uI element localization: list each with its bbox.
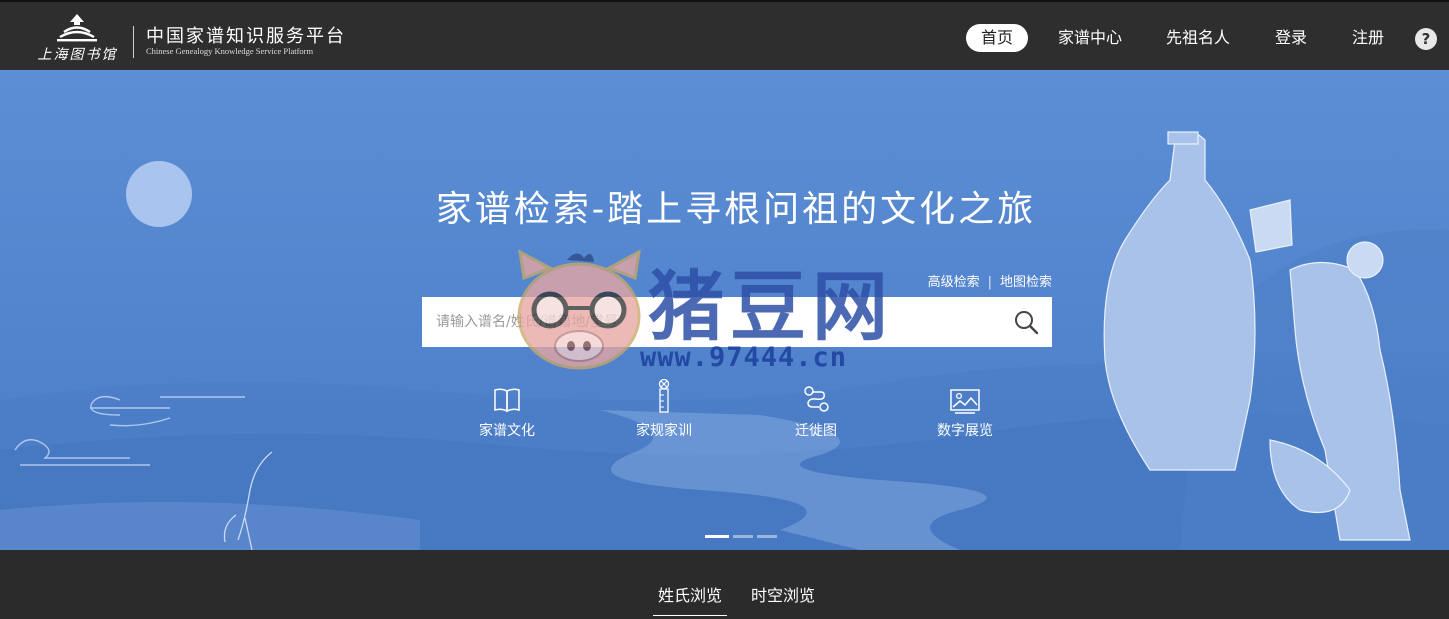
search-links: 高级检索 | 地图检索 (900, 271, 1052, 290)
help-icon[interactable]: ? (1415, 28, 1437, 50)
logo-script-text: 上海图书馆 (37, 47, 118, 63)
quick-link-label: 数字展览 (937, 423, 993, 439)
carousel-dot-3[interactable] (757, 535, 777, 538)
quick-link-migration-map[interactable]: 迁徙图 (756, 380, 876, 440)
quick-link-family-rules[interactable]: 家规家训 (604, 378, 724, 440)
picture-icon (950, 389, 980, 414)
ruler-icon (658, 378, 670, 413)
tab-spacetime-browse[interactable]: 时空浏览 (746, 582, 820, 615)
quick-link-genealogy-culture[interactable]: 家谱文化 (447, 380, 567, 440)
carousel-dot-2[interactable] (733, 535, 753, 538)
platform-subtitle: Chinese Genealogy Knowledge Service Plat… (146, 46, 314, 56)
nav-register[interactable]: 注册 (1345, 24, 1391, 52)
tab-surname-browse[interactable]: 姓氏浏览 (653, 582, 727, 616)
quick-link-label: 家规家训 (636, 423, 692, 439)
logo-divider (133, 26, 134, 58)
quick-link-label: 迁徙图 (795, 423, 837, 439)
hero-title: 家谱检索-踏上寻根问祖的文化之旅 (435, 189, 1037, 230)
quick-link-digital-exhibition[interactable]: 数字展览 (905, 380, 1025, 440)
site-logo[interactable]: 上海图书馆 中国家谱知识服务平台 Chinese Genealogy Knowl… (30, 12, 360, 64)
nav-genealogy-center[interactable]: 家谱中心 (1050, 24, 1130, 52)
nav-login[interactable]: 登录 (1268, 24, 1314, 52)
nav-home[interactable]: 首页 (966, 24, 1028, 52)
browse-tabs: 姓氏浏览 时空浏览 (0, 550, 1449, 619)
advanced-search-link[interactable]: 高级检索 (928, 275, 980, 290)
route-icon (804, 386, 829, 412)
hero-banner: 家谱检索-踏上寻根问祖的文化之旅 高级检索 | 地图检索 家谱文化 (0, 70, 1449, 550)
book-icon (494, 388, 520, 413)
platform-title: 中国家谱知识服务平台 (146, 26, 346, 47)
nav-ancestors-celebrities[interactable]: 先祖名人 (1158, 24, 1238, 52)
link-separator: | (987, 275, 992, 290)
quick-link-label: 家谱文化 (479, 423, 535, 439)
carousel-dot-1[interactable] (705, 535, 729, 538)
map-search-link[interactable]: 地图检索 (1000, 275, 1052, 290)
watermark-brand: 猪豆网 (648, 262, 894, 351)
top-navigation-bar: 上海图书馆 中国家谱知识服务平台 Chinese Genealogy Knowl… (0, 0, 1449, 70)
pig-watermark-icon (517, 249, 641, 370)
search-icon[interactable] (1012, 308, 1042, 338)
watermark-url: www.97444.cn (640, 342, 848, 373)
